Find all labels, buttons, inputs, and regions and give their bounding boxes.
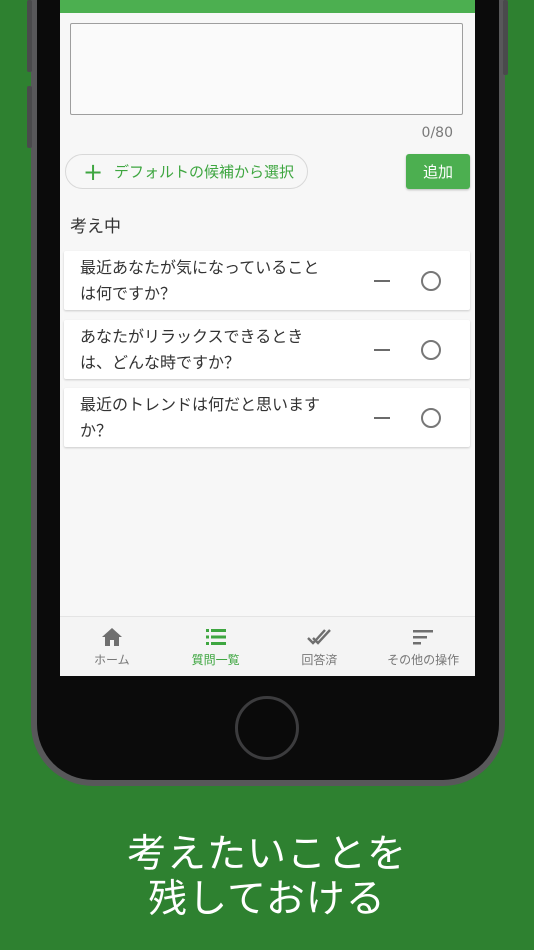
- question-text: 最近のトレンドは何だと思います か？: [80, 395, 321, 440]
- double-check-icon: [307, 629, 332, 645]
- radio-circle-icon[interactable]: [421, 408, 441, 428]
- app-screen: 0/80 + デフォルトの候補から選択 追加 考え中 最近あなたが気になっている…: [60, 0, 475, 676]
- nav-item-home[interactable]: ホーム: [60, 617, 164, 676]
- question-card[interactable]: あなたがリラックスできるとき は、どんな時ですか？: [64, 320, 470, 379]
- app-bar: [60, 0, 475, 13]
- radio-circle-icon[interactable]: [421, 340, 441, 360]
- plus-icon: +: [83, 157, 104, 186]
- caption-line-2: 残しておける: [148, 877, 386, 922]
- question-input[interactable]: [70, 23, 463, 115]
- question-card[interactable]: 最近あなたが気になっていること は何ですか？: [64, 251, 470, 310]
- nav-label-more: その他の操作: [387, 653, 460, 667]
- side-button-left-2: [27, 86, 32, 148]
- minus-icon[interactable]: [374, 349, 390, 351]
- promo-caption: 考えたいことを 残しておける: [0, 832, 534, 922]
- nav-item-answered[interactable]: 回答済: [268, 617, 372, 676]
- nav-label-home: ホーム: [94, 653, 130, 667]
- default-select-label: デフォルトの候補から選択: [114, 163, 295, 181]
- side-button-right: [503, 0, 508, 75]
- home-icon: [101, 628, 122, 646]
- nav-label-questions: 質問一覧: [191, 653, 240, 667]
- list-icon: [205, 629, 226, 645]
- section-title: 考え中: [70, 217, 121, 237]
- nav-item-more[interactable]: その他の操作: [371, 617, 475, 676]
- nav-item-questions[interactable]: 質問一覧: [164, 617, 268, 676]
- minus-icon[interactable]: [374, 417, 390, 419]
- question-text: あなたがリラックスできるとき は、どんな時ですか？: [80, 327, 304, 372]
- minus-icon[interactable]: [374, 280, 390, 282]
- caption-line-1: 考えたいことを: [126, 832, 407, 877]
- question-text: 最近あなたが気になっていること は何ですか？: [80, 258, 320, 303]
- radio-circle-icon[interactable]: [421, 271, 441, 291]
- home-button[interactable]: [235, 696, 299, 760]
- sort-icon: [413, 630, 434, 645]
- default-select-button[interactable]: + デフォルトの候補から選択: [65, 154, 308, 189]
- bottom-navigation: ホーム 質問一覧 回答済 その他の操作: [60, 616, 475, 676]
- char-counter: 0/80: [421, 125, 453, 141]
- side-button-left-1: [27, 0, 32, 72]
- add-button[interactable]: 追加: [406, 154, 470, 189]
- nav-label-answered: 回答済: [301, 653, 338, 667]
- question-card[interactable]: 最近のトレンドは何だと思います か？: [64, 388, 470, 447]
